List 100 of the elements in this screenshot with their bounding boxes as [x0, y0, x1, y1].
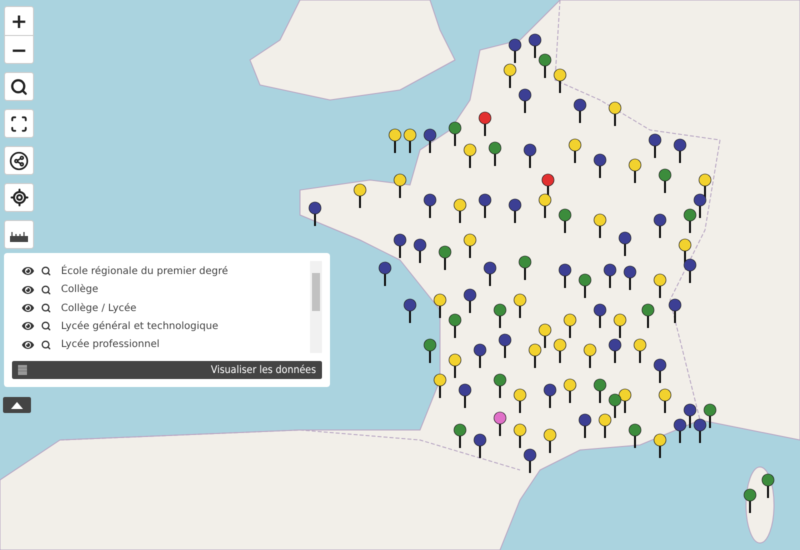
map-pin-icon[interactable]: [404, 298, 416, 323]
measure-button[interactable]: [4, 220, 34, 249]
eye-icon[interactable]: [22, 284, 34, 296]
map-pin-icon[interactable]: [618, 232, 632, 256]
search-button[interactable]: [4, 72, 34, 101]
map-pin-icon[interactable]: [558, 264, 572, 288]
scrollbar-thumb[interactable]: [312, 273, 320, 311]
map-pin-icon[interactable]: [378, 262, 392, 286]
map-pin-icon[interactable]: [618, 388, 632, 413]
map-pin-icon[interactable]: [608, 338, 622, 363]
map-pin-icon[interactable]: [568, 138, 582, 163]
map-pin-icon[interactable]: [448, 122, 462, 146]
map-pin-icon[interactable]: [594, 214, 606, 238]
locate-button[interactable]: [4, 183, 34, 212]
map-pin-icon[interactable]: [484, 262, 496, 286]
map-pin-icon[interactable]: [508, 198, 522, 223]
map-pin-icon[interactable]: [544, 428, 556, 453]
map-pin-icon[interactable]: [458, 384, 472, 408]
map-pin-icon[interactable]: [674, 418, 686, 443]
layer-label[interactable]: Collège: [61, 284, 98, 296]
layer-label[interactable]: Lycée professionnel: [61, 339, 160, 350]
map-pin-icon[interactable]: [698, 174, 712, 198]
map-pin-icon[interactable]: [624, 266, 636, 290]
map-pin-icon[interactable]: [654, 434, 666, 458]
zoom-icon[interactable]: [41, 340, 51, 350]
map-pin-icon[interactable]: [434, 294, 446, 318]
map-pin-icon[interactable]: [608, 102, 622, 126]
zoom-out-button[interactable]: −: [5, 35, 33, 63]
map-pin-icon[interactable]: [558, 208, 572, 233]
view-data-button[interactable]: Visualiser les données: [210, 364, 316, 376]
map-pin-icon[interactable]: [654, 214, 666, 238]
map-pin-icon[interactable]: [604, 264, 616, 288]
map-pin-icon[interactable]: [478, 194, 492, 218]
map-pin-icon[interactable]: [424, 128, 436, 153]
map-pin-icon[interactable]: [642, 304, 654, 328]
map-pin-icon[interactable]: [404, 128, 416, 153]
map-pin-icon[interactable]: [554, 338, 566, 363]
map-pin-icon[interactable]: [478, 112, 492, 136]
map-pin-icon[interactable]: [564, 314, 576, 338]
map-pin-icon[interactable]: [514, 424, 526, 448]
map-pin-icon[interactable]: [654, 358, 666, 383]
map-pin-icon[interactable]: [498, 334, 512, 358]
map-pin-icon[interactable]: [464, 288, 476, 313]
map-pin-icon[interactable]: [538, 324, 552, 348]
map-pin-icon[interactable]: [762, 474, 774, 498]
map-pin-icon[interactable]: [438, 246, 452, 270]
layer-label[interactable]: Lycée général et technologique: [61, 320, 218, 332]
map-pin-icon[interactable]: [464, 144, 476, 168]
map-pin-icon[interactable]: [524, 144, 536, 168]
map-pin-icon[interactable]: [434, 374, 446, 398]
map-pin-icon[interactable]: [684, 258, 696, 283]
map-pin-icon[interactable]: [308, 202, 322, 226]
zoom-icon[interactable]: [41, 266, 51, 276]
map-pin-icon[interactable]: [648, 134, 662, 158]
map-pin-icon[interactable]: [514, 388, 526, 413]
map-pin-icon[interactable]: [424, 194, 436, 218]
eye-icon[interactable]: [22, 338, 34, 351]
map-pin-icon[interactable]: [528, 344, 542, 368]
map-pin-icon[interactable]: [494, 374, 506, 398]
map-pin-icon[interactable]: [628, 158, 642, 183]
scrollbar[interactable]: [310, 261, 322, 353]
map-pin-icon[interactable]: [508, 38, 522, 63]
map-pin-icon[interactable]: [474, 344, 486, 368]
map-pin-icon[interactable]: [524, 448, 536, 473]
map-pin-icon[interactable]: [584, 344, 596, 368]
map-pin-icon[interactable]: [488, 142, 502, 166]
map-pin-icon[interactable]: [658, 168, 672, 193]
share-button[interactable]: [4, 146, 34, 175]
map-pin-icon[interactable]: [678, 238, 692, 263]
map-pin-icon[interactable]: [704, 404, 716, 428]
eye-icon[interactable]: [22, 302, 34, 314]
map-pin-icon[interactable]: [448, 314, 462, 338]
map-pin-icon[interactable]: [414, 238, 426, 263]
map-pin-icon[interactable]: [542, 174, 554, 198]
map-pin-icon[interactable]: [598, 414, 612, 438]
collapse-button[interactable]: [3, 397, 31, 413]
map-pin-icon[interactable]: [684, 208, 696, 233]
map-pin-icon[interactable]: [394, 174, 406, 198]
eye-icon[interactable]: [22, 320, 34, 332]
map-pin-icon[interactable]: [574, 98, 586, 123]
map-pin-icon[interactable]: [608, 394, 622, 418]
map-pin-icon[interactable]: [388, 128, 402, 153]
map-pin-icon[interactable]: [544, 384, 556, 408]
map-pin-icon[interactable]: [634, 338, 646, 363]
map-pin-icon[interactable]: [668, 298, 682, 323]
map-pin-icon[interactable]: [594, 154, 606, 178]
zoom-icon[interactable]: [41, 284, 51, 295]
map-pin-icon[interactable]: [424, 338, 436, 363]
map-pin-icon[interactable]: [454, 424, 466, 448]
zoom-icon[interactable]: [41, 303, 51, 314]
map-pin-icon[interactable]: [578, 274, 592, 298]
map-pin-icon[interactable]: [514, 294, 526, 318]
map-pin-icon[interactable]: [684, 404, 696, 428]
zoom-in-button[interactable]: +: [5, 7, 33, 35]
map-pin-icon[interactable]: [658, 388, 672, 413]
map-pin-icon[interactable]: [494, 304, 506, 328]
map-pin-icon[interactable]: [454, 198, 466, 223]
eye-icon[interactable]: [22, 265, 34, 278]
map-pin-icon[interactable]: [694, 194, 706, 218]
map-pin-icon[interactable]: [504, 64, 516, 88]
